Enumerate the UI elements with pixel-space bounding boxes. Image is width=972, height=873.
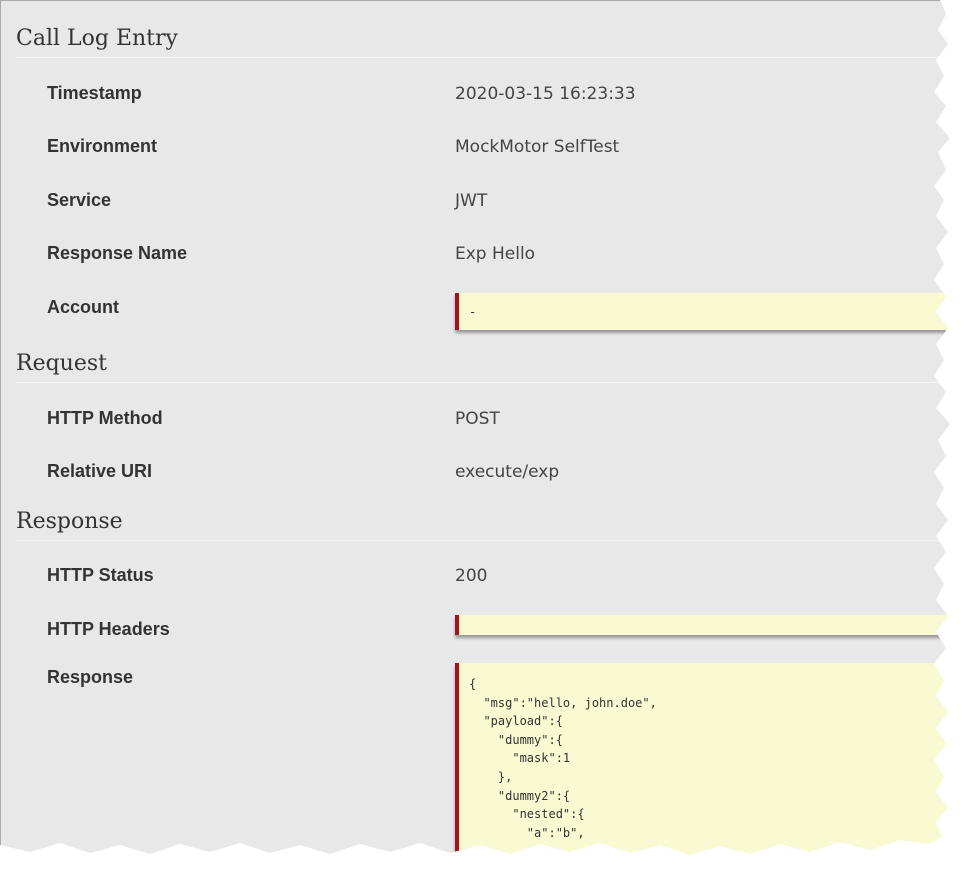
section-title-response: Response [16, 509, 123, 534]
section-title-request: Request [16, 351, 107, 376]
environment-value: MockMotor SelfTest [455, 137, 620, 157]
call-log-panel: Call Log Entry Timestamp 2020-03-15 16:2… [0, 0, 950, 855]
section-divider [16, 57, 950, 58]
relative-uri-value: execute/exp [455, 462, 560, 482]
http-headers-value-box [455, 615, 950, 635]
environment-label: Environment [47, 136, 158, 156]
http-headers-value [459, 615, 950, 617]
account-value: - [469, 305, 477, 319]
http-status-label: HTTP Status [47, 565, 154, 585]
section-title-call-log-entry: Call Log Entry [16, 26, 178, 51]
section-divider [16, 382, 950, 383]
account-label: Account [47, 297, 119, 317]
response-body-label: Response [47, 667, 134, 687]
response-name-value: Exp Hello [455, 244, 536, 264]
service-value: JWT [455, 191, 488, 211]
response-body-value: { "msg":"hello, john.doe", "payload":{ "… [469, 677, 657, 840]
timestamp-value: 2020-03-15 16:23:33 [455, 84, 636, 104]
relative-uri-label: Relative URI [47, 461, 153, 481]
response-body-box: { "msg":"hello, john.doe", "payload":{ "… [455, 663, 950, 855]
timestamp-label: Timestamp [47, 83, 142, 103]
response-name-label: Response Name [47, 243, 188, 263]
http-headers-label: HTTP Headers [47, 619, 170, 639]
account-value-box: - [455, 293, 950, 330]
http-method-value: POST [455, 409, 500, 429]
http-status-value: 200 [455, 566, 488, 586]
service-label: Service [47, 190, 112, 210]
section-divider [16, 540, 950, 541]
http-method-label: HTTP Method [47, 408, 163, 428]
